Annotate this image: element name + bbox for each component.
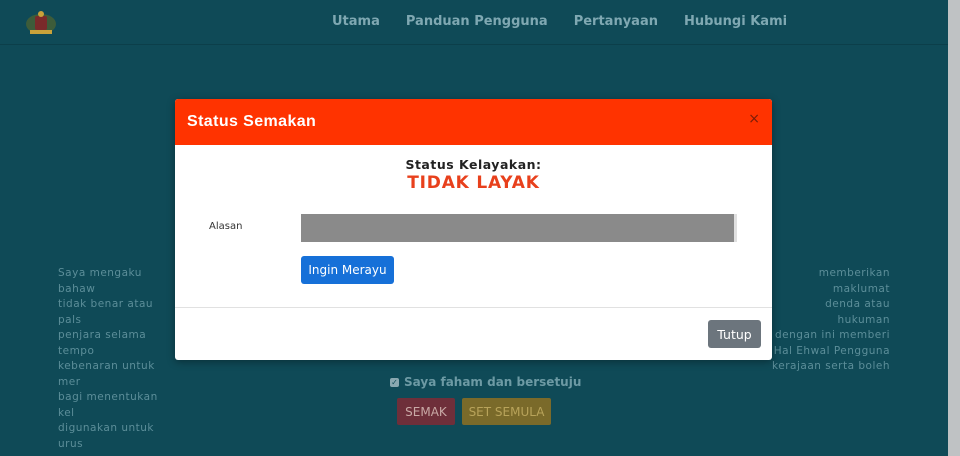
eligibility-status-label: Status Kelayakan: bbox=[405, 157, 542, 172]
appeal-button[interactable]: Ingin Merayu bbox=[301, 256, 394, 284]
modal-title: Status Semakan bbox=[187, 113, 317, 130]
modal-header: Status Semakan × bbox=[175, 99, 772, 145]
modal-divider bbox=[175, 307, 772, 308]
close-button[interactable]: Tutup bbox=[708, 320, 761, 348]
reason-label: Alasan bbox=[209, 221, 243, 232]
reason-field[interactable] bbox=[301, 214, 737, 242]
status-modal: Status Semakan × Status Kelayakan: TIDAK… bbox=[175, 99, 772, 360]
close-icon[interactable]: × bbox=[748, 111, 760, 127]
eligibility-status-value: TIDAK LAYAK bbox=[407, 173, 540, 193]
